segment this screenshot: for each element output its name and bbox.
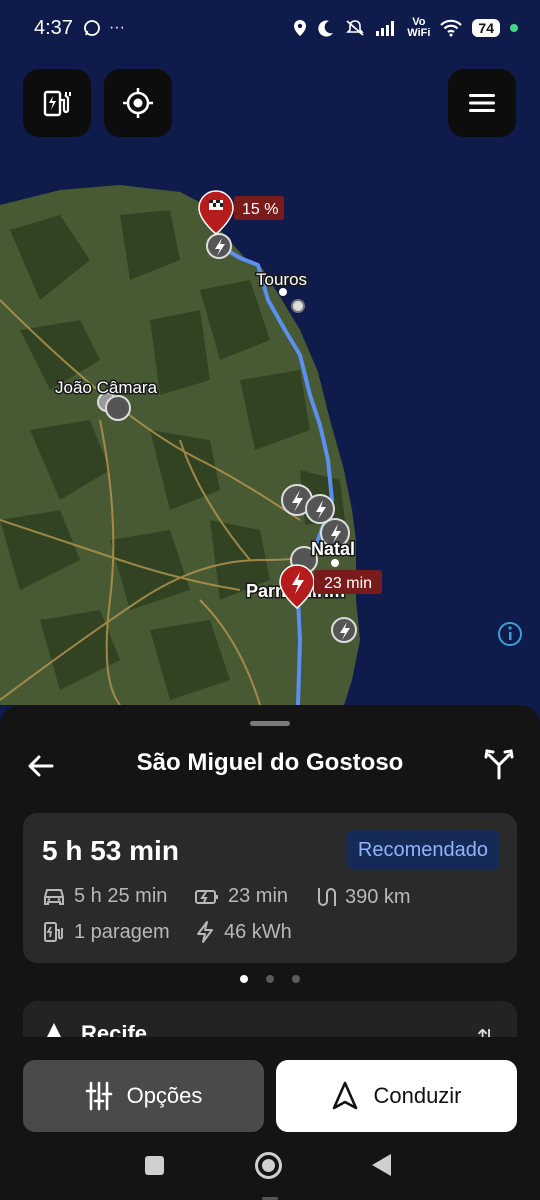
route-summary-card[interactable]: 5 h 53 min Recomendado 5 h 25 min 23 min… [23, 813, 517, 963]
drive-time-value: 5 h 25 min [74, 885, 168, 907]
charge-time-value: 23 min [228, 885, 289, 907]
menu-button[interactable] [448, 69, 516, 137]
sliders-icon [85, 1081, 112, 1111]
pager-dot[interactable] [266, 975, 274, 983]
route-pager[interactable] [0, 975, 540, 983]
my-location-button[interactable] [104, 69, 172, 137]
poi-dot [291, 299, 305, 313]
total-route-time: 5 h 53 min [42, 835, 179, 866]
ev-station-icon [44, 922, 63, 942]
distance-stat: 390 km [313, 885, 411, 909]
drive-button[interactable]: Conduzir [276, 1060, 517, 1132]
navigation-arrow-icon [47, 1023, 61, 1037]
place-label-touros: Touros [256, 270, 307, 289]
charging-stop-time-label: 23 min [324, 575, 372, 592]
sheet-grabber[interactable] [250, 721, 290, 726]
battery-charging-icon [195, 889, 218, 904]
action-bar: Opções Conduzir [0, 1037, 540, 1200]
pager-dot[interactable] [240, 975, 248, 983]
drive-label: Conduzir [373, 1083, 462, 1108]
waypoint-card[interactable]: Recife ⇅ [23, 1001, 517, 1041]
place-label-natal: Natal [311, 539, 355, 559]
lightning-icon [197, 921, 213, 943]
ev-charger-filter-button[interactable] [23, 69, 91, 137]
status-time: 4:37 [34, 16, 73, 39]
hamburger-menu-icon [469, 94, 495, 112]
stops-value: 1 paragem [74, 920, 170, 943]
recommended-badge: Recomendado [345, 830, 500, 870]
more-notifications-icon: ··· [108, 19, 125, 36]
energy-value: 46 kWh [224, 920, 292, 943]
charge-time-stat: 23 min [194, 885, 288, 908]
stops-stat: 1 paragem [42, 920, 170, 944]
place-label-joao-camara: João Câmara [55, 378, 158, 397]
navigation-arrow-icon [333, 1081, 358, 1110]
privacy-indicator-dot [510, 24, 518, 32]
alternative-routes-button[interactable] [482, 747, 516, 781]
volte-bottom: WiFi [407, 27, 431, 39]
status-bar: 4:37 ··· Vo WiFi 74 [0, 0, 540, 56]
pager-dot[interactable] [292, 975, 300, 983]
signal-bars-icon [376, 21, 395, 36]
location-icon [294, 20, 307, 36]
touros-dot [279, 288, 287, 296]
do-not-disturb-moon-icon [318, 20, 334, 37]
energy-stat: 46 kWh [194, 920, 292, 944]
distance-value: 390 km [345, 885, 411, 908]
car-icon [44, 888, 64, 905]
drive-time-stat: 5 h 25 min [42, 885, 167, 908]
destination-title: São Miguel do Gostoso [136, 749, 404, 776]
joao-camara-charger[interactable] [105, 395, 131, 421]
natal-dot [331, 559, 339, 567]
system-nav-bar [0, 1147, 540, 1187]
wifi-icon [440, 19, 463, 37]
muted-bell-icon [346, 20, 365, 36]
battery-indicator: 74 [472, 19, 500, 37]
ev-station-icon [43, 90, 71, 117]
route-distance-icon [318, 888, 336, 906]
options-button[interactable]: Opções [23, 1060, 264, 1132]
system-back-button[interactable] [372, 1154, 391, 1176]
gps-target-icon [123, 88, 153, 118]
destination-battery-label: 15 % [242, 201, 278, 218]
options-label: Opções [126, 1083, 203, 1108]
home-button[interactable] [255, 1152, 282, 1179]
sheet-header: São Miguel do Gostoso [0, 743, 540, 787]
route-fork-icon [484, 749, 514, 780]
whatsapp-icon [84, 20, 100, 36]
recents-button[interactable] [145, 1156, 164, 1175]
